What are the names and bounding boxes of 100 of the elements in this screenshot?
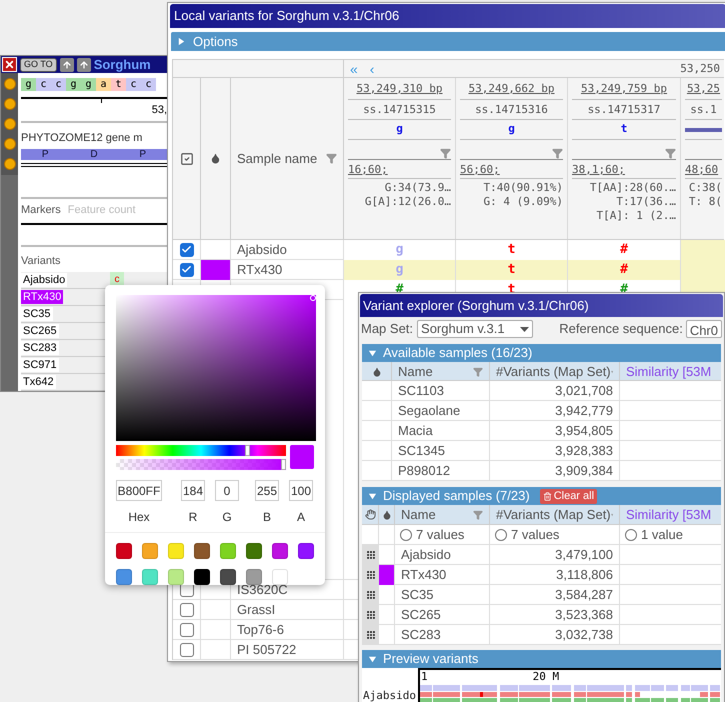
saturation-gradient[interactable] bbox=[116, 295, 316, 441]
color-swatch[interactable] bbox=[272, 569, 288, 585]
variant-count: 3,021,708 bbox=[555, 382, 613, 400]
reference-base: g bbox=[396, 121, 403, 138]
map-set-dropdown[interactable]: Sorghum v.3.1 bbox=[417, 320, 534, 338]
drag-handle-icon[interactable] bbox=[366, 610, 376, 620]
sample-name: RTx430 bbox=[401, 566, 446, 584]
sample-label[interactable]: Tx642 bbox=[21, 374, 56, 388]
sample-label[interactable]: SC283 bbox=[21, 340, 59, 354]
checkbox[interactable] bbox=[180, 242, 194, 257]
color-swatch[interactable] bbox=[220, 569, 236, 585]
color-value-field[interactable]: 255 bbox=[255, 480, 279, 501]
filter-icon[interactable] bbox=[552, 148, 563, 159]
slider-thumb[interactable] bbox=[245, 445, 250, 456]
alpha-slider[interactable] bbox=[116, 459, 286, 470]
sample-label[interactable]: SC35 bbox=[21, 306, 53, 320]
drag-handle-icon[interactable] bbox=[366, 570, 376, 580]
checkbox[interactable] bbox=[180, 602, 194, 617]
depth-link[interactable]: 38,1;60; bbox=[572, 163, 625, 176]
variant-id: ss.14715317 bbox=[588, 103, 660, 116]
sample-label[interactable]: SC265 bbox=[21, 324, 59, 338]
color-value-field[interactable]: 184 bbox=[181, 480, 205, 501]
track-handle-icon[interactable] bbox=[4, 98, 16, 110]
sample-color-swatch[interactable] bbox=[201, 260, 230, 280]
color-swatch[interactable] bbox=[142, 569, 158, 585]
track-handle-icon[interactable] bbox=[4, 158, 16, 170]
trash-icon bbox=[542, 492, 552, 500]
sample-label[interactable]: RTx430 bbox=[21, 290, 64, 304]
track-handle-icon[interactable] bbox=[4, 78, 16, 90]
color-swatch[interactable] bbox=[116, 543, 132, 559]
position-link[interactable]: 53,25 bbox=[686, 82, 720, 95]
column-header[interactable]: Name bbox=[401, 505, 436, 524]
genotype-cell: # bbox=[568, 260, 681, 280]
reference-sequence-dropdown[interactable]: Chr0 bbox=[686, 320, 722, 338]
color-value-field[interactable]: 0 bbox=[215, 480, 239, 501]
hue-slider[interactable] bbox=[116, 445, 286, 456]
droplet-icon bbox=[382, 510, 392, 520]
sample-color-swatch[interactable] bbox=[379, 565, 394, 584]
close-button[interactable] bbox=[2, 57, 17, 72]
color-swatch[interactable] bbox=[246, 543, 262, 559]
color-swatch[interactable] bbox=[168, 569, 184, 585]
column-header[interactable]: Similarity [53M bbox=[626, 505, 712, 524]
slider-thumb[interactable] bbox=[281, 459, 286, 470]
color-swatch[interactable] bbox=[194, 543, 210, 559]
select-all-icon[interactable] bbox=[180, 152, 194, 166]
checkbox[interactable] bbox=[180, 262, 194, 277]
checkbox[interactable] bbox=[180, 642, 194, 657]
filter-icon[interactable] bbox=[326, 153, 337, 164]
browser-title: Sorghum bbox=[94, 56, 151, 74]
reference-base: t bbox=[620, 121, 628, 138]
genotype-cell: # bbox=[568, 240, 681, 260]
color-value-field[interactable]: 100 bbox=[289, 480, 313, 501]
position-link[interactable]: 53,249,310 bp bbox=[356, 82, 443, 95]
color-value-field[interactable]: B800FF bbox=[116, 480, 162, 501]
drag-handle-icon[interactable] bbox=[366, 550, 376, 560]
column-header[interactable]: #Variants (Map Set) bbox=[496, 362, 611, 382]
drag-handle-icon[interactable] bbox=[366, 590, 376, 600]
sample-label[interactable]: Ajabsido bbox=[21, 272, 68, 286]
genotype-cell: g bbox=[344, 260, 456, 280]
depth-link[interactable]: 56;60; bbox=[460, 163, 500, 176]
checkbox[interactable] bbox=[180, 622, 194, 637]
allele-frequency: T: 8( bbox=[688, 195, 722, 209]
filter-icon[interactable] bbox=[440, 148, 451, 159]
sample-name: RTx430 bbox=[237, 261, 282, 279]
column-header[interactable]: #Variants (Map Set) bbox=[496, 505, 611, 524]
window-title: Variant explorer (Sorghum v.3.1/Chr06) bbox=[363, 296, 589, 315]
position-range: 53,250 bbox=[680, 63, 720, 74]
sample-name: GrassI bbox=[237, 601, 276, 619]
sample-label[interactable]: SC971 bbox=[21, 358, 59, 372]
column-header[interactable]: Similarity [53M bbox=[626, 362, 712, 382]
position-link[interactable]: 53,249,662 bp bbox=[468, 82, 555, 95]
color-swatch[interactable] bbox=[116, 569, 132, 585]
track-title: Variants bbox=[21, 254, 61, 266]
radio-filter[interactable]: 1 value bbox=[625, 525, 683, 544]
color-swatch[interactable] bbox=[272, 543, 288, 559]
filter-icon[interactable] bbox=[665, 148, 676, 159]
up-arrow-button[interactable] bbox=[60, 58, 74, 72]
allele-frequency: G:34(73.9… bbox=[384, 181, 451, 195]
feature-count-field[interactable]: Feature count bbox=[68, 202, 156, 218]
up-arrow-button[interactable] bbox=[76, 58, 91, 72]
saturation-handle[interactable] bbox=[310, 295, 316, 301]
track-handle-icon[interactable] bbox=[4, 138, 16, 150]
depth-link[interactable]: 48;60 bbox=[685, 163, 718, 176]
color-swatch[interactable] bbox=[194, 569, 210, 585]
color-swatch[interactable] bbox=[246, 569, 262, 585]
depth-link[interactable]: 16;60; bbox=[348, 163, 388, 176]
window-title: Local variants for Sorghum v.3.1/Chr06 bbox=[174, 7, 400, 26]
radio-filter[interactable]: 7 values bbox=[400, 525, 464, 544]
clear-all-button[interactable]: Clear all bbox=[540, 488, 598, 504]
drag-handle-icon[interactable] bbox=[366, 630, 376, 640]
position-link[interactable]: 53,249,759 bp bbox=[580, 82, 668, 95]
sequence-base: g bbox=[81, 78, 96, 91]
track-handle-icon[interactable] bbox=[4, 118, 16, 130]
color-swatch[interactable] bbox=[220, 543, 236, 559]
goto-button[interactable]: GO TO bbox=[20, 58, 57, 72]
color-swatch[interactable] bbox=[142, 543, 158, 559]
radio-filter[interactable]: 7 values bbox=[495, 525, 560, 544]
color-swatch[interactable] bbox=[298, 543, 314, 559]
color-swatch[interactable] bbox=[168, 543, 184, 559]
column-header[interactable]: Name bbox=[398, 362, 433, 382]
